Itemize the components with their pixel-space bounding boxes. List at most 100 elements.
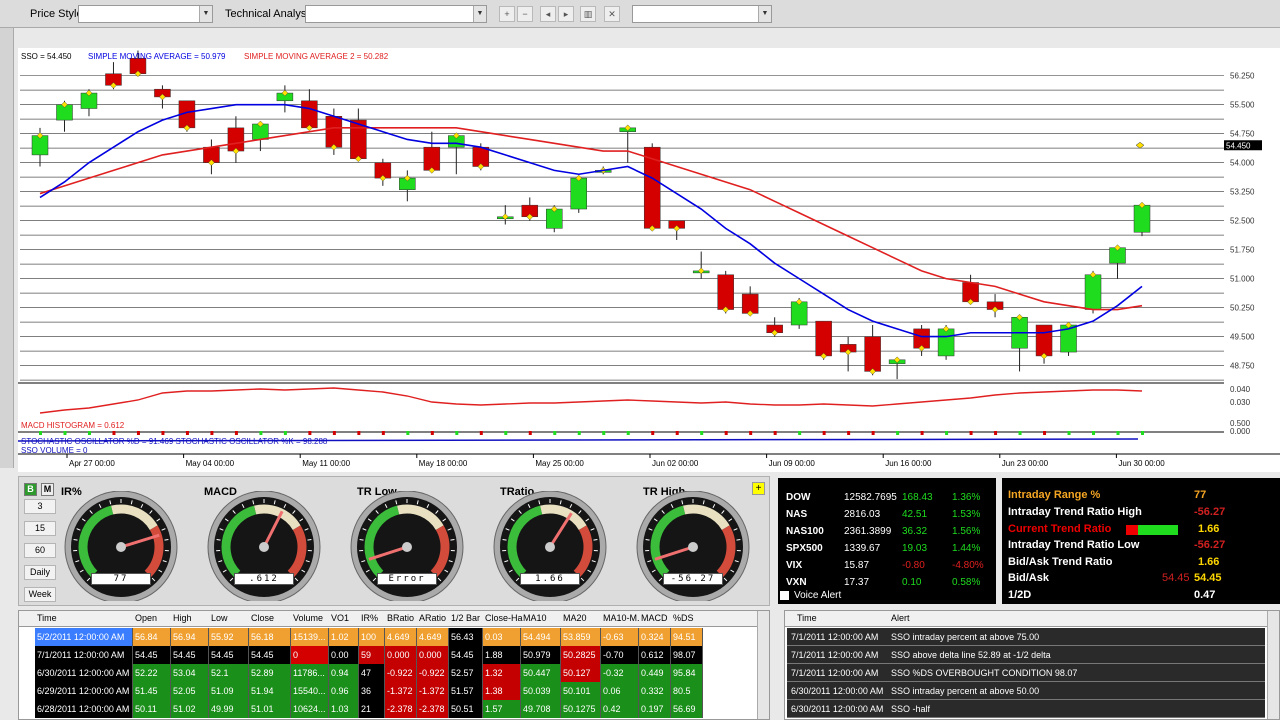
volume-bar [234, 431, 238, 435]
table-col-header[interactable]: IR% [361, 613, 378, 623]
price-tick-label: 53.250 [1230, 188, 1255, 197]
gauge-value: 77 [91, 573, 151, 585]
volume-bar [675, 431, 679, 435]
gauge: MACD .612 [204, 483, 324, 605]
volume-bar [871, 431, 875, 435]
alert-row[interactable]: 6/30/2011 12:00:00 AM SSO -half [787, 700, 1265, 718]
volume-bar [1018, 431, 1022, 435]
interval-button-3[interactable]: 3 [24, 499, 56, 514]
add-icon[interactable]: + [752, 482, 765, 495]
price-chart[interactable]: 56.250 55.500 54.750 54.000 53.250 52.500 51.7… [18, 48, 1280, 472]
alert-row[interactable]: 6/30/2011 12:00:00 AM SSO intraday percen… [787, 682, 1265, 700]
table-col-header[interactable]: %DS [673, 613, 694, 623]
table-row[interactable]: 6/28/2011 12:00:00 AM 50.11 51.02 49.99 51.0… [35, 700, 769, 718]
table-col-header[interactable]: MA20 [563, 613, 587, 623]
volume-bar [994, 431, 998, 435]
table-row[interactable]: 6/30/2011 12:00:00 AM 52.22 53.04 52.1 52.89… [35, 664, 769, 682]
table-row[interactable]: 5/2/2011 12:00:00 AM 56.84 56.94 55.92 56.18… [35, 628, 769, 646]
table-col-header[interactable]: Close-Ha [485, 613, 523, 623]
table-cell: 51.94 [249, 682, 291, 700]
index-name: VIX [786, 560, 803, 571]
table-col-header[interactable]: VO1 [331, 613, 349, 623]
candle [790, 301, 808, 326]
interval-button-60[interactable]: 60 [24, 543, 56, 558]
scroll-left-icon[interactable]: ◂ [540, 6, 556, 22]
interval-button-15[interactable]: 15 [24, 521, 56, 536]
alert-row[interactable]: 7/1/2011 12:00:00 AM SSO above delta line… [787, 646, 1265, 664]
interval-button-daily[interactable]: Daily [24, 565, 56, 580]
table-scrollbar[interactable] [757, 611, 769, 719]
table-cell: 50.039 [521, 682, 561, 700]
price-tick-label: 54.750 [1230, 130, 1255, 139]
price-tick-label: 51.750 [1230, 246, 1255, 255]
alert-row[interactable]: 7/1/2011 12:00:00 AM SSO %DS OVERBOUGHT C… [787, 664, 1265, 682]
table-cell: 0.06 [601, 682, 639, 700]
close-icon[interactable]: ✕ [604, 6, 620, 22]
table-col-header[interactable]: Open [135, 613, 157, 623]
table-cell: -0.32 [601, 664, 639, 682]
price-tick-label: 54.000 [1230, 159, 1255, 168]
table-cell: 95.84 [671, 664, 703, 682]
bar-chart-icon[interactable]: ▥ [580, 6, 596, 22]
table-col-header[interactable]: 1/2 Bar [451, 613, 480, 623]
gauge-value: .612 [234, 573, 294, 585]
intraday-range-value: 77 [1194, 489, 1207, 501]
alerts-scrollbar[interactable] [1267, 611, 1279, 719]
table-cell: 59 [359, 646, 385, 664]
table-col-header[interactable]: Volume [293, 613, 323, 623]
left-strip [0, 28, 14, 468]
candle [1133, 204, 1151, 233]
table-col-header[interactable]: MA10-M. [603, 613, 640, 623]
table-col-header[interactable]: MACD [641, 613, 668, 623]
table-row[interactable]: 6/29/2011 12:00:00 AM 51.45 52.05 51.09 51.9… [35, 682, 769, 700]
gauge-tick [359, 538, 364, 541]
table-cell: 52.89 [249, 664, 291, 682]
table-cell: 47 [359, 664, 385, 682]
mode-m-icon[interactable]: M [41, 483, 54, 496]
gauge-value: 1.66 [520, 573, 580, 585]
table-cell: 0.332 [639, 682, 671, 700]
volume-bar [700, 431, 704, 435]
price-style-select[interactable]: ▼ [78, 5, 213, 23]
table-cell: -1.372 [385, 682, 417, 700]
table-col-header[interactable]: MA10 [523, 613, 547, 623]
sma2-label: SIMPLE MOVING AVERAGE 2 = 50.282 [244, 52, 389, 61]
chevron-down-icon[interactable]: ▼ [199, 6, 212, 22]
gauge-tick [450, 538, 455, 541]
table-cell: 0.000 [385, 646, 417, 664]
table-col-header[interactable]: High [173, 613, 192, 623]
volume-bar [724, 431, 728, 435]
zoom-in-icon[interactable]: + [499, 6, 515, 22]
table-cell: 56.69 [671, 700, 703, 718]
table-col-header[interactable]: Close [251, 613, 274, 623]
chevron-down-icon[interactable]: ▼ [473, 6, 486, 22]
volume-bar [332, 431, 336, 435]
current-trend-bar [1126, 525, 1178, 535]
date-tick-label: Jun 23 00:00 [1002, 459, 1049, 468]
trend-high-label: Intraday Trend Ratio High [1008, 506, 1142, 518]
table-col-header[interactable]: BRatio [387, 613, 414, 623]
symbol-select[interactable]: ▼ [632, 5, 772, 23]
green-mode-icon[interactable]: B [24, 483, 37, 496]
chevron-down-icon[interactable]: ▼ [758, 6, 771, 22]
table-col-header[interactable]: ARatio [419, 613, 446, 623]
price-tick-label: 49.500 [1230, 333, 1255, 342]
index-change: -0.80 [902, 560, 925, 571]
table-col-header[interactable]: Time [37, 613, 57, 623]
bidask-trend-label: Bid/Ask Trend Ratio [1008, 556, 1113, 568]
table-col-header[interactable]: Low [211, 613, 228, 623]
alert-row[interactable]: 7/1/2011 12:00:00 AM SSO intraday percent… [787, 628, 1265, 646]
table-cell: 54.45 [449, 646, 483, 664]
table-cell: 52.57 [449, 664, 483, 682]
table-cell: 54.494 [521, 628, 561, 646]
interval-button-week[interactable]: Week [24, 587, 56, 602]
voice-alert-checkbox[interactable] [780, 591, 789, 600]
gauge-tick [502, 538, 507, 541]
technical-analysis-select[interactable]: ▼ [305, 5, 487, 23]
table-row[interactable]: 7/1/2011 12:00:00 AM 54.45 54.45 54.45 54.45… [35, 646, 769, 664]
candle [815, 320, 832, 357]
scroll-right-icon[interactable]: ▸ [558, 6, 574, 22]
symbol-label: SSO = 54.450 [21, 52, 72, 61]
index-quotes: DOW 12582.7695 168.43 1.36% NAS 2816.03 42.51 1… [778, 478, 996, 604]
zoom-out-icon[interactable]: − [517, 6, 533, 22]
